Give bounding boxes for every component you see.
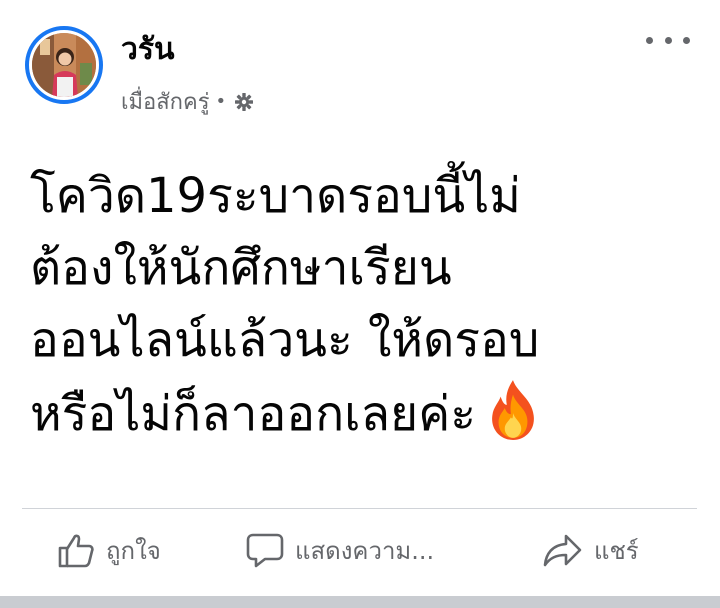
share-button[interactable]: แชร์ <box>540 530 639 570</box>
post-text-line: โควิด19ระบาดรอบนี้ไม่ <box>30 168 521 224</box>
feed-separator <box>0 596 720 608</box>
meta-separator: • <box>215 91 227 112</box>
author-name[interactable]: วรัน <box>121 26 174 73</box>
post-text: โควิด19ระบาดรอบนี้ไม่ ต้องให้นักศึกษาเรี… <box>30 160 690 450</box>
more-dot <box>683 36 690 44</box>
share-arrow-icon <box>543 534 582 567</box>
like-label: ถูกใจ <box>106 536 161 565</box>
avatar[interactable] <box>25 26 103 104</box>
post-text-line: หรือไม่ก็ลาออกเลยค่ะ <box>30 386 477 442</box>
share-label: แชร์ <box>594 536 639 565</box>
comment-button[interactable]: แสดงความ... <box>245 530 434 570</box>
comment-label: แสดงความ... <box>295 536 435 565</box>
avatar-photo <box>32 33 96 97</box>
avatar-image <box>32 33 96 97</box>
fire-icon <box>480 376 546 442</box>
more-options-icon[interactable] <box>646 28 690 52</box>
post-text-line-last: หรือไม่ก็ลาออกเลยค่ะ <box>30 376 690 450</box>
divider <box>22 508 697 509</box>
thumbs-up-icon <box>58 534 94 568</box>
action-bar: ถูกใจ แสดงความ... แชร์ <box>0 516 720 588</box>
like-button[interactable]: ถูกใจ <box>56 530 161 570</box>
more-dot <box>664 36 672 44</box>
post-text-line: ต้องให้นักศึกษาเรียน <box>30 240 452 296</box>
more-dot <box>646 36 653 44</box>
comment-icon <box>246 533 284 568</box>
post-meta: เมื่อสักครู่ • <box>121 84 254 119</box>
post-card: วรัน เมื่อสักครู่ • โควิด19ระบาดรอบนี้ไม… <box>0 0 720 596</box>
post-text-line: ออนไลน์แล้วนะ ให้ดรอบ <box>30 312 540 368</box>
post-timestamp[interactable]: เมื่อสักครู่ <box>121 84 210 119</box>
gear-icon[interactable] <box>234 92 254 112</box>
